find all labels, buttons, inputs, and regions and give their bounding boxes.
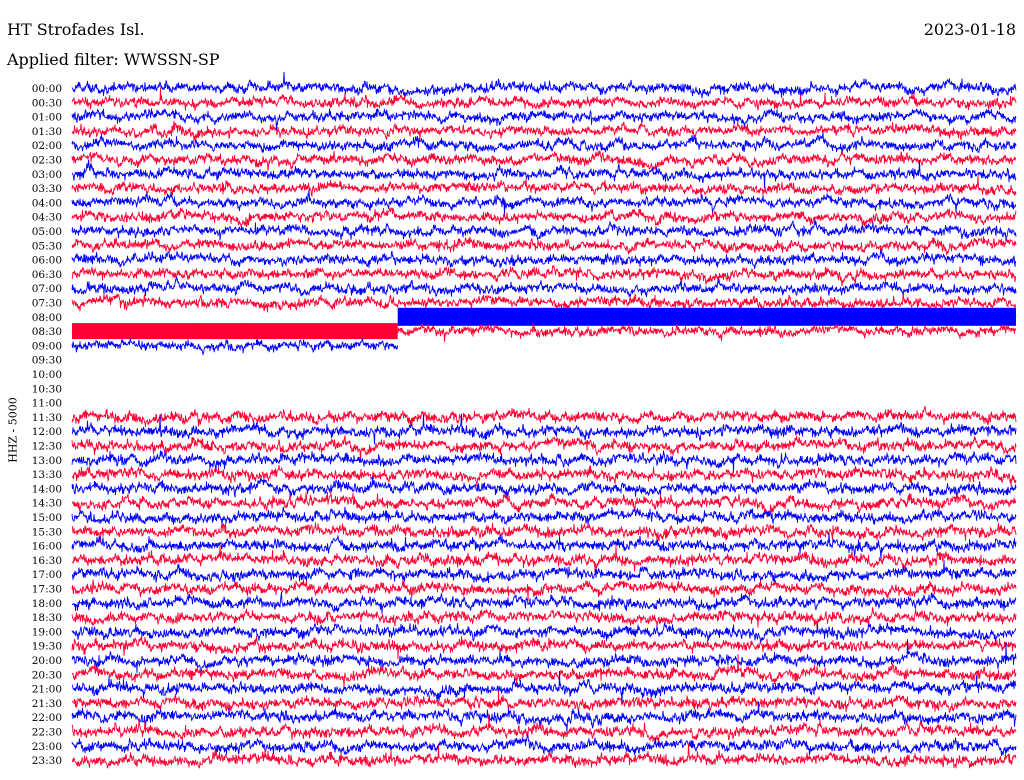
- time-tick-label: 16:00: [32, 541, 62, 553]
- time-tick-label: 18:30: [32, 612, 62, 624]
- helicorder-plot: 00:00 00:30 01:00 01:30 02:00 02:30 03:00 03:30…: [32, 71, 1017, 769]
- trace-line: [71, 132, 1017, 154]
- dense-trace-block: [397, 307, 1016, 326]
- time-tick-label: 22:30: [32, 727, 62, 739]
- trace-line: [71, 276, 1017, 298]
- trace-line: [71, 236, 1017, 256]
- trace-group: [71, 71, 1017, 769]
- dense-trace-block: [72, 323, 398, 340]
- trace-line: [71, 606, 1017, 628]
- trace-line: [71, 492, 1017, 518]
- time-tick-label: 13:30: [32, 469, 62, 481]
- time-tick-label: 20:00: [32, 655, 62, 667]
- time-tick-label: 07:00: [32, 283, 62, 295]
- time-tick-label: 16:30: [32, 555, 62, 567]
- time-tick-label: 08:30: [32, 326, 62, 338]
- time-tick-label: 23:30: [32, 755, 62, 767]
- trace-line: [71, 635, 1017, 660]
- time-tick-label: 09:30: [32, 355, 62, 367]
- time-tick-label: 04:00: [32, 197, 62, 209]
- time-tick-label: 02:00: [32, 140, 62, 152]
- time-tick-label: 12:30: [32, 441, 62, 453]
- time-tick-label: 08:00: [32, 312, 62, 324]
- trace-line: [71, 120, 1017, 142]
- time-tick-label: 06:30: [32, 269, 62, 281]
- trace-line: [71, 559, 1017, 584]
- time-tick-label: 11:00: [32, 398, 62, 410]
- date-label: 2023-01-18: [923, 20, 1016, 39]
- time-tick-label: 14:00: [32, 483, 62, 495]
- trace-line: [71, 405, 1017, 428]
- trace-line: [71, 219, 1017, 242]
- trace-line: [71, 249, 1017, 270]
- time-tick-label: 06:00: [32, 255, 62, 267]
- time-tick-label: 00:00: [32, 83, 62, 95]
- trace-line: [71, 506, 1017, 527]
- time-tick-labels: 00:00 00:30 01:00 01:30 02:00 02:30 03:00 03:30…: [32, 83, 62, 767]
- trace-line: [71, 71, 1017, 99]
- trace-line: [71, 337, 399, 356]
- time-tick-label: 12:00: [32, 426, 62, 438]
- trace-line: [71, 622, 1017, 643]
- time-tick-label: 13:00: [32, 455, 62, 467]
- trace-line: [71, 189, 1017, 217]
- time-tick-label: 03:00: [32, 169, 62, 181]
- time-tick-label: 00:30: [32, 97, 62, 109]
- time-tick-label: 21:30: [32, 698, 62, 710]
- time-tick-label: 07:30: [32, 298, 62, 310]
- time-tick-label: 20:30: [32, 669, 62, 681]
- time-tick-label: 18:00: [32, 598, 62, 610]
- trace-line: [71, 591, 1017, 614]
- trace-line: [71, 88, 1017, 111]
- time-tick-label: 14:30: [32, 498, 62, 510]
- trace-line: [72, 522, 1017, 544]
- trace-line: [71, 579, 1017, 602]
- filter-label: Applied filter: WWSSN-SP: [7, 50, 220, 69]
- time-tick-label: 04:30: [32, 212, 62, 224]
- trace-line: [71, 464, 1017, 487]
- trace-line: [71, 476, 1017, 499]
- time-tick-label: 01:00: [32, 112, 62, 124]
- trace-line: [71, 450, 1017, 473]
- trace-line: [71, 150, 1017, 172]
- time-tick-label: 03:30: [32, 183, 62, 195]
- time-tick-label: 23:00: [32, 741, 62, 753]
- time-tick-label: 15:00: [32, 512, 62, 524]
- time-tick-label: 19:30: [32, 641, 62, 653]
- time-tick-label: 22:00: [32, 712, 62, 724]
- time-tick-label: 17:30: [32, 584, 62, 596]
- time-tick-label: 09:00: [32, 340, 62, 352]
- time-tick-label: 15:30: [32, 526, 62, 538]
- time-tick-label: 01:30: [32, 126, 62, 138]
- time-tick-label: 21:00: [32, 684, 62, 696]
- time-tick-label: 05:00: [32, 226, 62, 238]
- time-tick-label: 19:00: [32, 626, 62, 638]
- time-tick-label: 17:00: [32, 569, 62, 581]
- trace-line: [71, 690, 1017, 713]
- channel-axis-label: HHZ - 5000: [6, 397, 20, 463]
- time-tick-label: 10:30: [32, 383, 62, 395]
- trace-line: [71, 264, 1017, 287]
- time-tick-label: 11:30: [32, 412, 62, 424]
- time-tick-label: 10:00: [32, 369, 62, 381]
- station-title: HT Strofades Isl.: [7, 20, 145, 39]
- time-tick-label: 05:30: [32, 240, 62, 252]
- trace-line: [71, 207, 1017, 228]
- time-tick-label: 02:30: [32, 155, 62, 167]
